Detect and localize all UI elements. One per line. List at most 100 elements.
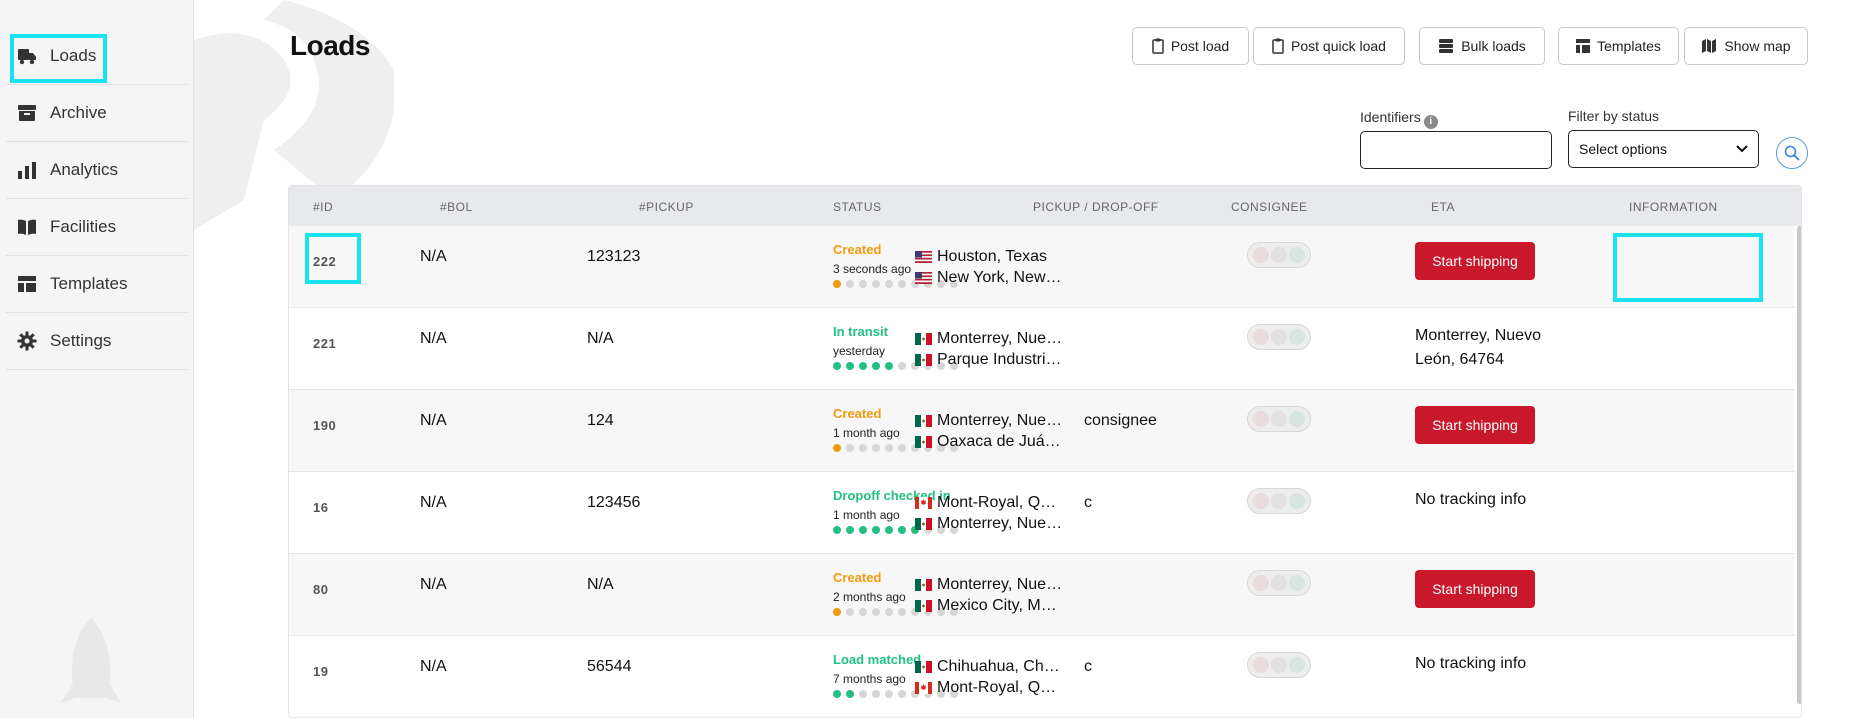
- dropoff-location: Oaxaca de Juá…: [915, 433, 1075, 451]
- bulk-loads-button[interactable]: Bulk loads: [1419, 27, 1545, 65]
- templates-label: Templates: [1597, 38, 1661, 54]
- eta-indicator: [1247, 652, 1311, 678]
- start-shipping-button[interactable]: Start shipping: [1415, 242, 1535, 280]
- pickup-location: Monterrey, Nue…: [915, 576, 1075, 594]
- identifiers-label: Identifiers i: [1360, 109, 1438, 129]
- eta-light-yellow: [1271, 657, 1287, 673]
- progress-dot: [859, 526, 867, 534]
- sidebar-item-label: Loads: [50, 46, 97, 65]
- dropoff-location-text: New York, New…: [937, 269, 1062, 286]
- search-button[interactable]: [1776, 137, 1808, 169]
- pickup-location: Chihuahua, Ch…: [915, 658, 1075, 676]
- progress-dot: [872, 280, 880, 288]
- sidebar-item-archive[interactable]: Archive: [6, 85, 187, 142]
- load-id[interactable]: 80: [313, 582, 328, 597]
- progress-dot: [872, 690, 880, 698]
- table-row[interactable]: 222 N/A 123123 Created 3 seconds ago Houston,…: [289, 226, 1795, 308]
- eta-light-green: [1289, 493, 1305, 509]
- sidebar-item-facilities[interactable]: Facilities: [6, 199, 187, 256]
- clipboard-icon: [1152, 38, 1164, 54]
- eta-light-yellow: [1271, 329, 1287, 345]
- header-bol: #BOL: [440, 200, 473, 214]
- sidebar-item-settings[interactable]: Settings: [6, 313, 187, 370]
- progress-dot: [833, 526, 841, 534]
- sidebar-item-label: Archive: [50, 103, 107, 122]
- loads-table: #ID #BOL #PICKUP STATUS PICKUP / DROP-OF…: [288, 185, 1802, 718]
- information-text: No tracking info: [1415, 491, 1527, 508]
- load-id[interactable]: 221: [313, 336, 336, 351]
- sidebar-item-analytics[interactable]: Analytics: [6, 142, 187, 199]
- canada-flag-icon: [915, 682, 932, 694]
- load-id[interactable]: 190: [313, 418, 336, 433]
- truck-icon: [16, 45, 38, 67]
- dropoff-location-text: Mexico City, M…: [937, 597, 1057, 614]
- eta-light-yellow: [1271, 493, 1287, 509]
- load-id[interactable]: 16: [313, 500, 328, 515]
- table-row[interactable]: 190 N/A 124 Created 1 month ago Monterrey, Nu…: [289, 390, 1795, 472]
- map-icon: [1702, 39, 1717, 53]
- load-id[interactable]: 222: [313, 254, 336, 269]
- chevron-down-icon: [1736, 145, 1748, 153]
- start-shipping-button[interactable]: Start shipping: [1415, 406, 1535, 444]
- eta-light-yellow: [1271, 575, 1287, 591]
- progress-dot: [859, 362, 867, 370]
- dropoff-location-text: Monterrey, Nue…: [937, 515, 1063, 532]
- information-text: No tracking info: [1415, 655, 1527, 672]
- sidebar: Loads Archive Analytics Facilities Templ…: [0, 0, 194, 718]
- eta-indicator: [1247, 488, 1311, 514]
- eta-light-red: [1253, 493, 1269, 509]
- header-consignee: CONSIGNEE: [1231, 200, 1308, 214]
- header-information: INFORMATION: [1629, 200, 1718, 214]
- sidebar-item-loads[interactable]: Loads: [6, 28, 187, 85]
- progress-dot: [898, 526, 906, 534]
- eta-light-red: [1253, 575, 1269, 591]
- templates-button[interactable]: Templates: [1558, 27, 1679, 65]
- post-load-button[interactable]: Post load: [1132, 27, 1249, 65]
- progress-dot: [872, 526, 880, 534]
- start-shipping-button[interactable]: Start shipping: [1415, 570, 1535, 608]
- us-flag-icon: [915, 272, 932, 284]
- information-text: Monterrey, Nuevo León, 64764: [1415, 327, 1541, 368]
- consignee-value: c: [1084, 658, 1092, 675]
- scrollbar[interactable]: [1797, 226, 1801, 704]
- consignee-value: consignee: [1084, 412, 1157, 429]
- pickup-location-text: Houston, Texas: [937, 248, 1047, 265]
- dropoff-location: Monterrey, Nue…: [915, 515, 1075, 533]
- progress-dot: [898, 444, 906, 452]
- pickup-location-text: Monterrey, Nue…: [937, 412, 1063, 429]
- progress-dot: [833, 280, 841, 288]
- table-row[interactable]: 16 N/A 123456 Dropoff checked in 1 month ago…: [289, 472, 1795, 554]
- progress-dot: [833, 362, 841, 370]
- eta-light-yellow: [1271, 411, 1287, 427]
- eta-light-green: [1289, 657, 1305, 673]
- bol-value: N/A: [420, 412, 447, 429]
- database-icon: [1439, 39, 1454, 53]
- us-flag-icon: [915, 251, 932, 263]
- table-row[interactable]: 19 N/A 56544 Load matched 7 months ago Chihua…: [289, 636, 1795, 717]
- post-load-label: Post load: [1170, 38, 1230, 54]
- load-id[interactable]: 19: [313, 664, 328, 679]
- table-row[interactable]: 80 N/A N/A Created 2 months ago Monterrey, Nu…: [289, 554, 1795, 636]
- pickup-value: N/A: [587, 330, 614, 347]
- progress-dot: [885, 690, 893, 698]
- table-row[interactable]: 221 N/A N/A In transit yesterday Monterrey, N…: [289, 308, 1795, 390]
- pickup-value: 124: [587, 412, 614, 429]
- progress-dot: [898, 280, 906, 288]
- pickup-location: Monterrey, Nue…: [915, 330, 1075, 348]
- post-quick-load-button[interactable]: Post quick load: [1253, 27, 1405, 65]
- progress-dot: [898, 690, 906, 698]
- dropoff-location-text: Oaxaca de Juá…: [937, 433, 1061, 450]
- mexico-flag-icon: [915, 518, 932, 530]
- pickup-value: 123123: [587, 248, 641, 265]
- pickup-location: Houston, Texas: [915, 248, 1075, 266]
- dropoff-location-text: Parque Industri…: [937, 351, 1062, 368]
- sidebar-item-templates[interactable]: Templates: [6, 256, 187, 313]
- show-map-button[interactable]: Show map: [1684, 27, 1808, 65]
- identifiers-input[interactable]: [1360, 131, 1552, 169]
- progress-dot: [833, 690, 841, 698]
- eta-light-red: [1253, 411, 1269, 427]
- progress-dot: [859, 690, 867, 698]
- dropoff-location-text: Mont-Royal, Q…: [937, 679, 1057, 696]
- status-select[interactable]: Select options: [1568, 130, 1759, 168]
- eta-light-green: [1289, 247, 1305, 263]
